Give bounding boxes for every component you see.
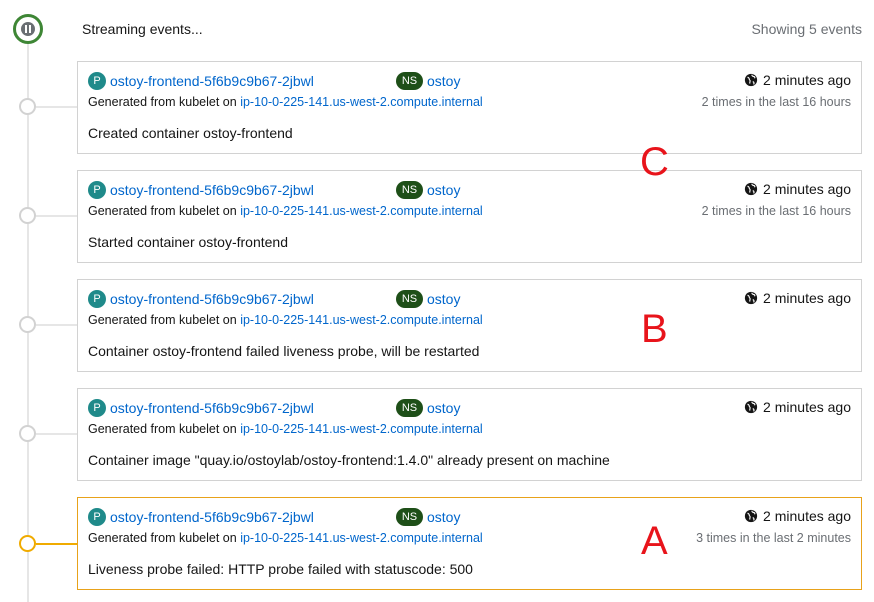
generated-label: Generated from kubelet on [88,204,237,218]
pod-badge: P [88,72,106,90]
event-card: P ostoy-frontend-5f6b9c9b67-2jbwl NS ost… [77,61,862,154]
pod-badge: P [88,508,106,526]
event-time: 2 minutes ago [763,508,851,524]
node-link[interactable]: ip-10-0-225-141.us-west-2.compute.intern… [240,422,483,436]
namespace-link[interactable]: ostoy [427,400,460,416]
annotation-c: C [640,140,669,184]
annotation-b: B [641,307,668,351]
node-link[interactable]: ip-10-0-225-141.us-west-2.compute.intern… [240,204,483,218]
streaming-status: Streaming events... [82,21,203,37]
namespace-badge: NS [396,181,423,199]
pod-link[interactable]: ostoy-frontend-5f6b9c9b67-2jbwl [110,400,314,416]
timeline-connector [36,106,77,108]
generated-label: Generated from kubelet on [88,95,237,109]
namespace-badge: NS [396,399,423,417]
namespace-badge: NS [396,508,423,526]
pod-link[interactable]: ostoy-frontend-5f6b9c9b67-2jbwl [110,291,314,307]
pause-icon [21,22,35,36]
globe-icon [744,291,758,305]
pod-badge: P [88,181,106,199]
pod-badge: P [88,290,106,308]
generated-label: Generated from kubelet on [88,313,237,327]
pod-link[interactable]: ostoy-frontend-5f6b9c9b67-2jbwl [110,182,314,198]
event-card: P ostoy-frontend-5f6b9c9b67-2jbwl NS ost… [77,388,862,481]
timeline-node [19,425,36,442]
event-time: 2 minutes ago [763,72,851,88]
timeline-node [19,316,36,333]
event-card: P ostoy-frontend-5f6b9c9b67-2jbwl NS ost… [77,170,862,263]
timeline-node [19,98,36,115]
globe-icon [744,509,758,523]
timeline-connector-warning [36,543,77,545]
generated-label: Generated from kubelet on [88,422,237,436]
globe-icon [744,182,758,196]
event-card: P ostoy-frontend-5f6b9c9b67-2jbwl NS ost… [77,279,862,372]
event-message: Created container ostoy-frontend [88,125,293,141]
event-occurrence-count: 2 times in the last 16 hours [701,204,851,218]
namespace-link[interactable]: ostoy [427,509,460,525]
namespace-link[interactable]: ostoy [427,182,460,198]
generated-label: Generated from kubelet on [88,531,237,545]
globe-icon [744,73,758,87]
event-message: Liveness probe failed: HTTP probe failed… [88,561,473,577]
pause-streaming-button[interactable] [13,14,43,44]
node-link[interactable]: ip-10-0-225-141.us-west-2.compute.intern… [240,95,483,109]
timeline-connector [36,324,77,326]
node-link[interactable]: ip-10-0-225-141.us-west-2.compute.intern… [240,531,483,545]
event-time: 2 minutes ago [763,290,851,306]
annotation-a: A [641,519,668,563]
timeline-node [19,207,36,224]
event-count: Showing 5 events [751,21,862,37]
event-occurrence-count: 3 times in the last 2 minutes [696,531,851,545]
event-message: Container image "quay.io/ostoylab/ostoy-… [88,452,610,468]
timeline-node-warning [19,535,36,552]
namespace-link[interactable]: ostoy [427,291,460,307]
timeline-connector [36,433,77,435]
pod-link[interactable]: ostoy-frontend-5f6b9c9b67-2jbwl [110,73,314,89]
event-occurrence-count: 2 times in the last 16 hours [701,95,851,109]
namespace-badge: NS [396,72,423,90]
node-link[interactable]: ip-10-0-225-141.us-west-2.compute.intern… [240,313,483,327]
event-time: 2 minutes ago [763,399,851,415]
pod-link[interactable]: ostoy-frontend-5f6b9c9b67-2jbwl [110,509,314,525]
pod-badge: P [88,399,106,417]
globe-icon [744,400,758,414]
event-time: 2 minutes ago [763,181,851,197]
event-message: Started container ostoy-frontend [88,234,289,250]
namespace-badge: NS [396,290,423,308]
namespace-link[interactable]: ostoy [427,73,460,89]
event-message: Container ostoy-frontend failed liveness… [88,343,480,359]
event-card-warning: P ostoy-frontend-5f6b9c9b67-2jbwl NS ost… [77,497,862,590]
timeline-connector [36,215,77,217]
